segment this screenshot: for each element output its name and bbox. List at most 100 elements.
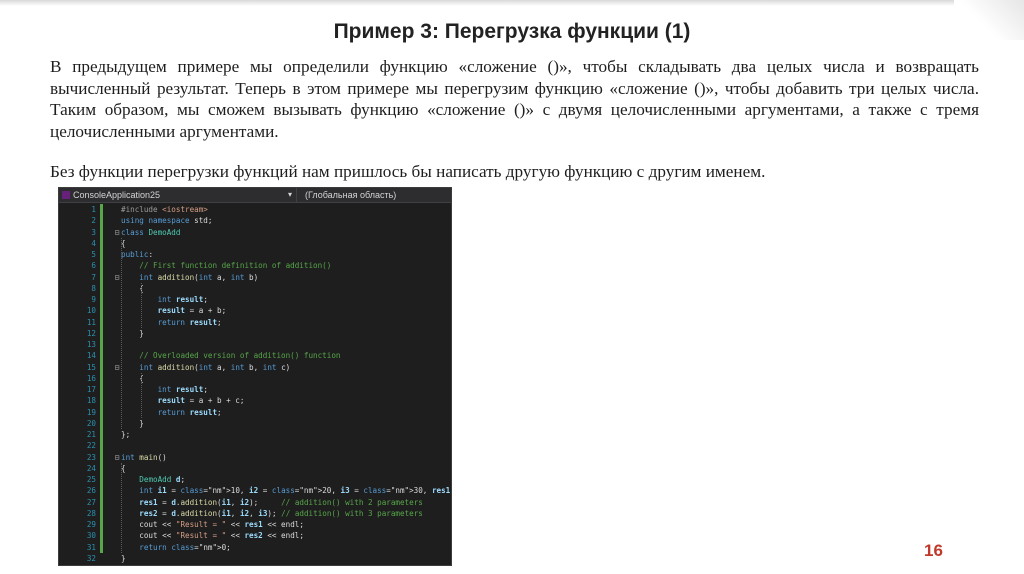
code-line: 24{ [59, 463, 451, 474]
line-number: 10 [86, 306, 96, 316]
code-line: 3 ⊟ class DemoAdd [59, 227, 451, 238]
code-line: 17 int result; [59, 384, 451, 395]
code-line: 23 ⊟ int main() [59, 452, 451, 463]
project-name: ConsoleApplication25 [73, 190, 161, 200]
code-line: 27 res1 = d.addition(i1, i2); // additio… [59, 497, 451, 508]
code-line: 15 ⊟ int addition(int a, int b, int c) [59, 362, 451, 373]
paragraph-2: Без функции перегрузки функций нам пришл… [50, 162, 766, 181]
code-text: int addition(int a, int b) [139, 272, 259, 282]
code-text: public: [121, 250, 154, 259]
line-number: 5 [91, 250, 96, 259]
code-line: 29 cout << "Result = " << res1 << endl; [59, 519, 451, 530]
code-text: res2 = d.addition(i1, i2, i3); // additi… [139, 508, 423, 518]
code-text: cout << "Result = " << res2 << endl; [121, 531, 304, 541]
code-editor-screenshot: ConsoleApplication25 ▾ (Глобальная облас… [58, 187, 452, 566]
line-number: 12 [86, 328, 96, 338]
code-line: 5 public: [59, 249, 451, 260]
code-line: 18 result = a + b + c; [59, 395, 451, 406]
line-number: 4 [91, 238, 96, 248]
paragraph-1: В предыдущем примере мы определили функц… [50, 57, 979, 141]
indent-guide [141, 372, 142, 418]
line-number: 11 [86, 317, 96, 327]
scope-dropdown[interactable]: (Глобальная область) [297, 188, 396, 202]
code-line: 25 DemoAdd d; [59, 474, 451, 485]
code-text: using namespace std; [121, 216, 213, 226]
line-number: 20 [86, 418, 96, 428]
collapse-icon[interactable]: ⊟ [113, 452, 121, 463]
code-line: 2 using namespace std; [59, 215, 451, 226]
code-line: 28 res2 = d.addition(i1, i2, i3); // add… [59, 508, 451, 519]
line-number: 25 [86, 475, 96, 484]
line-number: 15 [86, 362, 96, 372]
line-number: 16 [86, 373, 96, 383]
chevron-down-icon: ▾ [287, 190, 292, 199]
line-number: 2 [91, 216, 96, 226]
line-number: 6 [91, 261, 96, 271]
line-number: 29 [86, 520, 96, 529]
code-line: 4{ [59, 238, 451, 249]
code-text: } [121, 553, 126, 563]
code-line: 12 } [59, 328, 451, 339]
line-number: 23 [86, 452, 96, 462]
code-line: 13 [59, 339, 451, 350]
page-number: 16 [924, 541, 943, 560]
code-line: 26 int i1 = class="nm">10, i2 = class="n… [59, 485, 451, 496]
code-line: 14 // Overloaded version of addition() f… [59, 350, 451, 361]
code-text: int result; [157, 385, 208, 394]
line-number: 18 [86, 396, 96, 406]
code-text: int result; [157, 295, 208, 304]
code-text: cout << "Result = " << res1 << endl; [121, 520, 304, 529]
collapse-icon[interactable]: ⊟ [113, 362, 121, 373]
line-number: 27 [86, 497, 96, 507]
code-text: return result; [157, 317, 222, 327]
code-line: 21}; [59, 429, 451, 440]
slide-title: Пример 3: Перегрузка функции (1) [333, 20, 691, 43]
code-line: 20 } [59, 418, 451, 429]
code-text: // First function definition of addition… [139, 261, 332, 271]
code-text: DemoAdd d; [139, 475, 186, 484]
line-number: 26 [86, 486, 96, 496]
code-line: 11 return result; [59, 317, 451, 328]
line-number: 14 [86, 351, 96, 361]
code-line: 9 int result; [59, 294, 451, 305]
code-text: return class="nm">0; [139, 542, 231, 552]
code-line: 7 ⊟ int addition(int a, int b) [59, 272, 451, 283]
indent-guide [121, 237, 122, 429]
line-number: 32 [86, 553, 96, 563]
code-text: } [121, 418, 144, 428]
code-text: result = a + b + c; [157, 396, 245, 406]
code-line: 8 { [59, 283, 451, 294]
editor-navigation-bar: ConsoleApplication25 ▾ (Глобальная облас… [59, 188, 451, 203]
code-text: int addition(int a, int b, int c) [139, 362, 291, 372]
line-number: 9 [91, 295, 96, 304]
line-number: 24 [86, 463, 96, 473]
code-text: int main() [121, 452, 167, 462]
code-area[interactable]: 1 #include <iostream> 2 using namespace std… [59, 204, 451, 565]
code-text: class DemoAdd [121, 227, 181, 237]
line-number: 28 [86, 508, 96, 518]
line-number: 22 [86, 441, 96, 451]
line-number: 1 [91, 205, 96, 214]
code-line: 22 [59, 440, 451, 451]
code-line: 31 return class="nm">0; [59, 542, 451, 553]
code-line: 10 result = a + b; [59, 305, 451, 316]
indent-guide [121, 462, 122, 553]
collapse-icon[interactable]: ⊟ [113, 227, 121, 238]
line-number: 8 [91, 283, 96, 293]
line-number: 17 [86, 385, 96, 394]
code-line: 16 { [59, 373, 451, 384]
line-number: 19 [86, 407, 96, 417]
line-number: 13 [86, 340, 96, 349]
code-text: #include <iostream> [121, 205, 208, 214]
code-text: res1 = d.addition(i1, i2); // addition()… [139, 497, 423, 507]
code-text: // Overloaded version of addition() func… [139, 351, 341, 361]
change-indicator-bar [100, 204, 103, 553]
code-line: 32} [59, 553, 451, 564]
indent-guide [141, 282, 142, 328]
collapse-icon[interactable]: ⊟ [113, 272, 121, 283]
line-number: 7 [91, 272, 96, 282]
code-text: } [121, 328, 144, 338]
project-dropdown[interactable]: ConsoleApplication25 ▾ [59, 188, 297, 202]
code-text: return result; [157, 407, 222, 417]
line-number: 31 [86, 542, 96, 552]
